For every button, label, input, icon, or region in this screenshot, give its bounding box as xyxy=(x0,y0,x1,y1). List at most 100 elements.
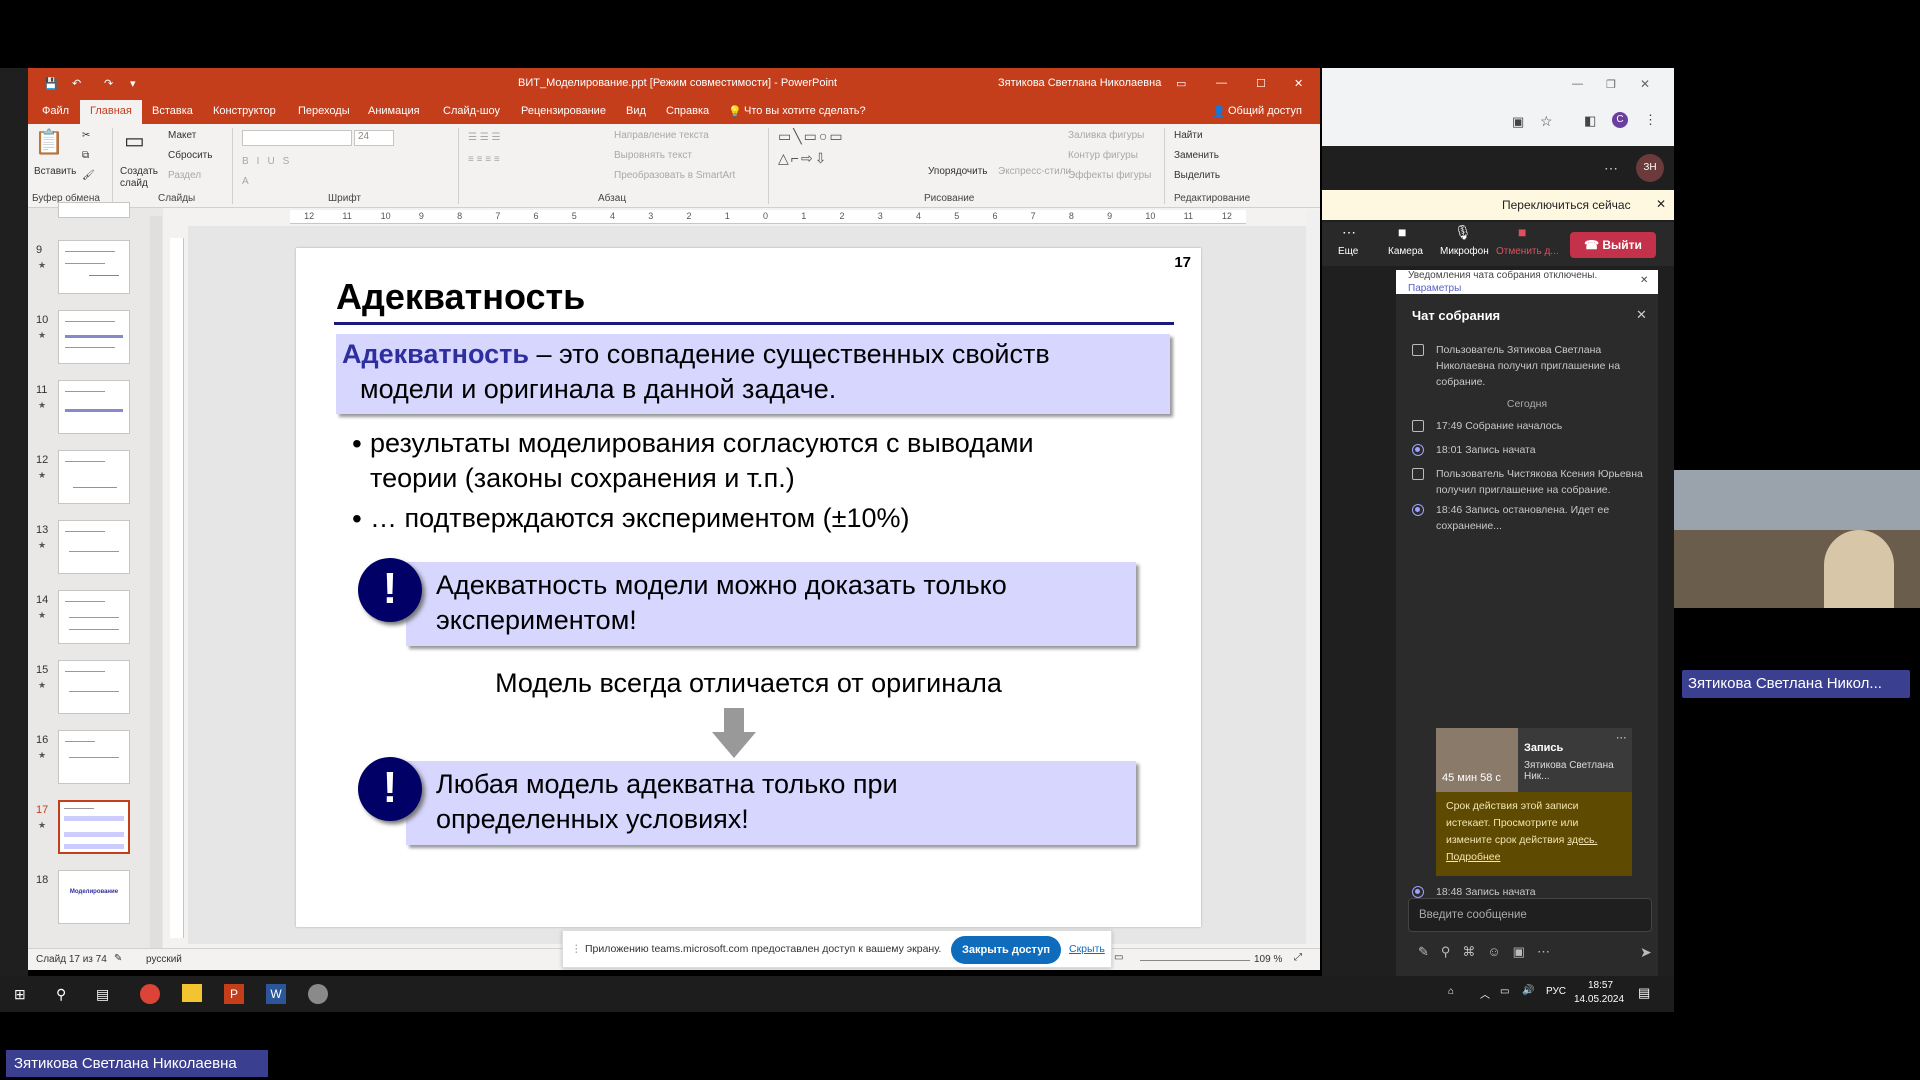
save-icon[interactable]: 💾 xyxy=(44,77,58,90)
zoom-slider[interactable] xyxy=(1140,960,1250,961)
minimize-icon[interactable]: — xyxy=(1572,78,1583,90)
volume-icon[interactable]: 🔊 xyxy=(1522,985,1534,996)
user-avatar[interactable]: ЗН xyxy=(1636,154,1664,182)
settings-link[interactable]: Параметры xyxy=(1408,283,1461,294)
bookmark-star-icon[interactable]: ☆ xyxy=(1540,113,1553,130)
paste-button[interactable]: Вставить xyxy=(34,166,76,177)
thumbnails-scrollbar[interactable] xyxy=(150,216,162,948)
participant-video[interactable] xyxy=(1674,470,1920,608)
here-link[interactable]: здесь. xyxy=(1567,834,1597,846)
more-options-icon[interactable]: ⋯ xyxy=(1604,160,1618,177)
clock-date[interactable]: 14.05.2024 xyxy=(1574,994,1624,1005)
stop-sharing-button[interactable]: Закрыть доступ xyxy=(951,936,1061,964)
close-icon[interactable]: ✕ xyxy=(1640,77,1650,91)
slide-scrollbar[interactable] xyxy=(1306,210,1320,944)
select-button[interactable]: Выделить xyxy=(1174,170,1220,181)
smartart-button[interactable]: Преобразовать в SmartArt xyxy=(614,170,735,181)
slide-thumbnail[interactable] xyxy=(58,202,130,218)
powerpoint-icon[interactable]: P xyxy=(224,984,244,1004)
share-button[interactable]: Общий доступ xyxy=(1228,105,1302,117)
bullets-icon[interactable]: ☰ ☰ ☰ xyxy=(468,132,500,143)
quick-styles-button[interactable]: Экспресс-стили xyxy=(998,166,1071,177)
leave-button[interactable]: ☎ Выйти xyxy=(1570,232,1656,258)
chrome-icon[interactable] xyxy=(140,984,160,1004)
new-slide-button[interactable]: Создать слайд xyxy=(120,166,164,190)
replace-button[interactable]: Заменить xyxy=(1174,150,1219,161)
tab-transitions[interactable]: Переходы xyxy=(298,105,350,117)
reset-button[interactable]: Сбросить xyxy=(168,150,212,161)
slide-thumbnail[interactable] xyxy=(58,730,130,784)
shape-effects-button[interactable]: Эффекты фигуры xyxy=(1068,170,1151,181)
format-painter-icon[interactable]: 🖌 xyxy=(82,170,95,181)
shapes-gallery[interactable]: ▭╲▭○▭ xyxy=(778,128,845,145)
more-icon[interactable]: ⋯ xyxy=(1342,224,1356,241)
tell-me-search[interactable]: Что вы хотите сделать? xyxy=(744,105,866,117)
notifications-icon[interactable]: ▤ xyxy=(1638,985,1650,1001)
tab-home[interactable]: Главная xyxy=(80,100,142,124)
close-icon[interactable]: ✕ xyxy=(1294,77,1303,90)
start-icon[interactable]: ⊞ xyxy=(14,986,26,1003)
tray-chevron-icon[interactable]: ︿ xyxy=(1480,986,1490,1001)
close-chat-icon[interactable]: ✕ xyxy=(1636,307,1647,323)
recording-more-icon[interactable]: ⋯ xyxy=(1616,732,1627,744)
slide-thumbnail[interactable] xyxy=(58,240,130,294)
message-input[interactable]: Введите сообщение xyxy=(1408,898,1652,932)
recording-card[interactable]: 45 мин 58 с Запись Зятикова Светлана Ник… xyxy=(1436,728,1632,792)
tab-file[interactable]: Файл xyxy=(42,105,69,117)
tab-help[interactable]: Справка xyxy=(666,105,709,117)
cut-icon[interactable]: ✂ xyxy=(82,130,90,141)
section-button[interactable]: Раздел xyxy=(168,170,201,181)
language-indicator[interactable]: русский xyxy=(146,954,182,965)
slide-thumbnail-selected[interactable] xyxy=(58,800,130,854)
network-icon[interactable]: ⌂ xyxy=(1448,986,1454,997)
slide-thumbnail[interactable]: Моделирование xyxy=(58,870,130,924)
file-explorer-icon[interactable] xyxy=(182,984,202,1002)
camera-button[interactable]: Камера xyxy=(1388,246,1423,257)
send-icon[interactable]: ➤ xyxy=(1640,944,1652,961)
menu-icon[interactable]: ⋮ xyxy=(1644,112,1657,128)
zoom-level[interactable]: 109 % xyxy=(1254,954,1282,965)
tab-design[interactable]: Конструктор xyxy=(213,105,276,117)
shape-outline-button[interactable]: Контур фигуры xyxy=(1068,150,1138,161)
camera-icon[interactable]: ▣ xyxy=(1512,114,1524,130)
fit-slide-icon[interactable]: ⤢ xyxy=(1294,952,1302,963)
align-text-button[interactable]: Выровнять текст xyxy=(614,150,692,161)
undo-icon[interactable]: ↶ xyxy=(72,77,81,90)
hide-link[interactable]: Скрыть xyxy=(1069,943,1105,955)
search-icon[interactable]: ⚲ xyxy=(56,986,66,1003)
ribbon-display-icon[interactable]: ▭ xyxy=(1176,77,1186,90)
close-icon[interactable]: ✕ xyxy=(1656,197,1666,211)
shape-fill-button[interactable]: Заливка фигуры xyxy=(1068,130,1144,141)
font-style-buttons[interactable]: BIUS xyxy=(242,156,297,167)
slide-thumbnail[interactable] xyxy=(58,450,130,504)
stop-share-button[interactable]: Отменить д... xyxy=(1496,246,1559,257)
wifi-icon[interactable]: ▭ xyxy=(1500,986,1509,997)
font-size-field[interactable]: 24 xyxy=(354,130,394,146)
account-name[interactable]: Зятикова Светлана Николаевна xyxy=(998,77,1161,89)
customize-icon[interactable]: ▾ xyxy=(130,77,136,90)
input-language[interactable]: РУС xyxy=(1546,986,1566,997)
compose-toolbar-icons[interactable]: ✎⚲⌘☺▣⋯ xyxy=(1418,944,1562,960)
copy-icon[interactable]: ⧉ xyxy=(82,150,89,161)
slide-thumbnail[interactable] xyxy=(58,380,130,434)
slide-thumbnail[interactable] xyxy=(58,520,130,574)
app-icon[interactable] xyxy=(308,984,328,1004)
share-stop-icon[interactable]: ■ xyxy=(1518,224,1526,240)
maximize-icon[interactable]: ☐ xyxy=(1256,77,1266,90)
slide-thumbnail[interactable] xyxy=(58,590,130,644)
tab-review[interactable]: Рецензирование xyxy=(521,105,606,117)
slide-thumbnail[interactable] xyxy=(58,660,130,714)
align-icons[interactable]: ≡ ≡ ≡ ≡ xyxy=(468,154,500,165)
spellcheck-icon[interactable]: ✎ xyxy=(114,953,122,964)
font-color-icon[interactable]: A xyxy=(242,176,249,187)
tab-insert[interactable]: Вставка xyxy=(152,105,193,117)
font-name-field[interactable] xyxy=(242,130,352,146)
text-direction-button[interactable]: Направление текста xyxy=(614,130,709,141)
view-icon[interactable]: ▭ xyxy=(1114,952,1123,963)
minimize-icon[interactable]: — xyxy=(1216,77,1227,89)
restore-icon[interactable]: ❐ xyxy=(1606,78,1616,91)
microphone-button[interactable]: Микрофон xyxy=(1440,246,1489,257)
camera-icon[interactable]: ■ xyxy=(1398,224,1406,240)
learn-more-link[interactable]: Подробнее xyxy=(1446,851,1500,863)
switch-now-button[interactable]: Переключиться сейчас xyxy=(1502,198,1631,212)
